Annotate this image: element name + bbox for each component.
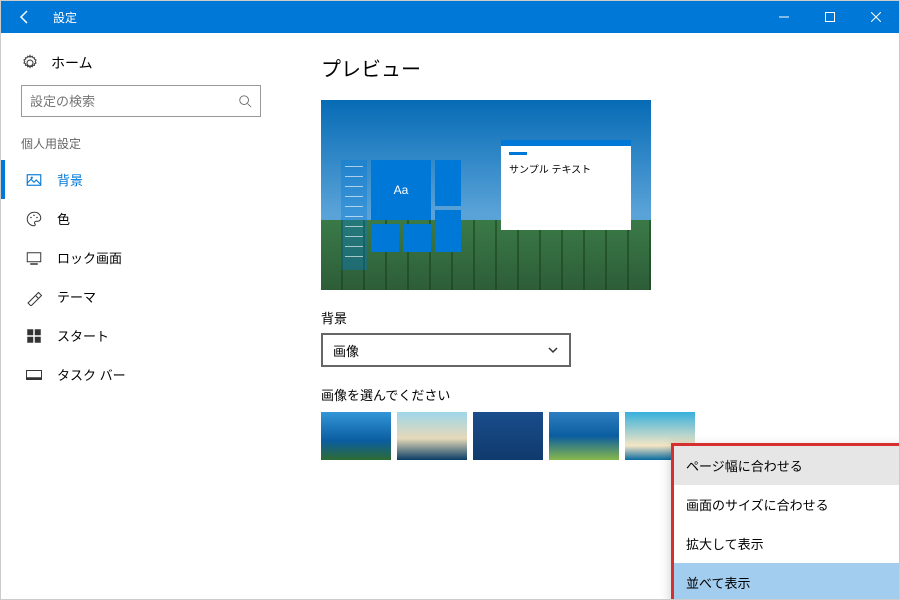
page-title: プレビュー (321, 53, 859, 82)
tile-aa: Aa (371, 160, 431, 220)
choose-image-label: 画像を選んでください (321, 385, 859, 404)
fit-option[interactable]: 並べて表示 (674, 563, 899, 599)
thumbnail[interactable] (473, 412, 543, 460)
sidebar-item-colors[interactable]: 色 (1, 199, 281, 238)
combo-value: 画像 (333, 341, 359, 360)
sidebar-item-start[interactable]: スタート (1, 316, 281, 355)
home-link[interactable]: ホーム (1, 49, 281, 85)
preview-image: Aa サンプル テキスト (321, 100, 651, 290)
search-input[interactable] (21, 85, 261, 117)
theme-icon (25, 288, 43, 306)
sidebar: ホーム 個人用設定 背景 色 ロック画面 (1, 33, 281, 599)
sidebar-item-background[interactable]: 背景 (1, 160, 281, 199)
gear-icon (21, 54, 39, 72)
window-title: 設定 (49, 9, 761, 26)
home-label: ホーム (51, 53, 93, 73)
lockscreen-icon (25, 249, 43, 267)
sample-window: サンプル テキスト (501, 140, 631, 230)
start-icon (25, 327, 43, 345)
picture-icon (25, 171, 43, 189)
back-button[interactable] (1, 1, 49, 33)
sidebar-item-taskbar[interactable]: タスク バー (1, 355, 281, 394)
fit-option[interactable]: 拡大して表示 (674, 524, 899, 563)
main-panel: プレビュー Aa サンプル テキスト 背景 画像 画像を選んでください (281, 33, 899, 599)
fit-dropdown[interactable]: ページ幅に合わせる 画面のサイズに合わせる 拡大して表示 並べて表示 中央に表示… (671, 443, 899, 599)
maximize-button[interactable] (807, 1, 853, 33)
minimize-button[interactable] (761, 1, 807, 33)
section-header: 個人用設定 (1, 135, 281, 160)
fit-option[interactable]: ページ幅に合わせる (674, 446, 899, 485)
sidebar-item-label: テーマ (57, 287, 96, 306)
thumbnail[interactable] (549, 412, 619, 460)
background-label: 背景 (321, 308, 859, 327)
taskbar-icon (25, 366, 43, 384)
search-field[interactable] (30, 94, 238, 109)
start-menu-mock: Aa (341, 150, 461, 270)
sidebar-item-label: 色 (57, 209, 70, 228)
search-icon (238, 94, 252, 108)
sample-text: サンプル テキスト (509, 165, 591, 176)
sidebar-item-lockscreen[interactable]: ロック画面 (1, 238, 281, 277)
sidebar-item-label: 背景 (57, 170, 83, 189)
sidebar-item-label: ロック画面 (57, 248, 122, 267)
sidebar-item-themes[interactable]: テーマ (1, 277, 281, 316)
titlebar: 設定 (1, 1, 899, 33)
sidebar-item-label: スタート (57, 326, 109, 345)
thumbnail[interactable] (397, 412, 467, 460)
close-button[interactable] (853, 1, 899, 33)
fit-option[interactable]: 画面のサイズに合わせる (674, 485, 899, 524)
sidebar-item-label: タスク バー (57, 365, 126, 384)
chevron-down-icon (547, 344, 559, 356)
palette-icon (25, 210, 43, 228)
thumbnail[interactable] (321, 412, 391, 460)
background-type-combo[interactable]: 画像 (321, 333, 571, 367)
